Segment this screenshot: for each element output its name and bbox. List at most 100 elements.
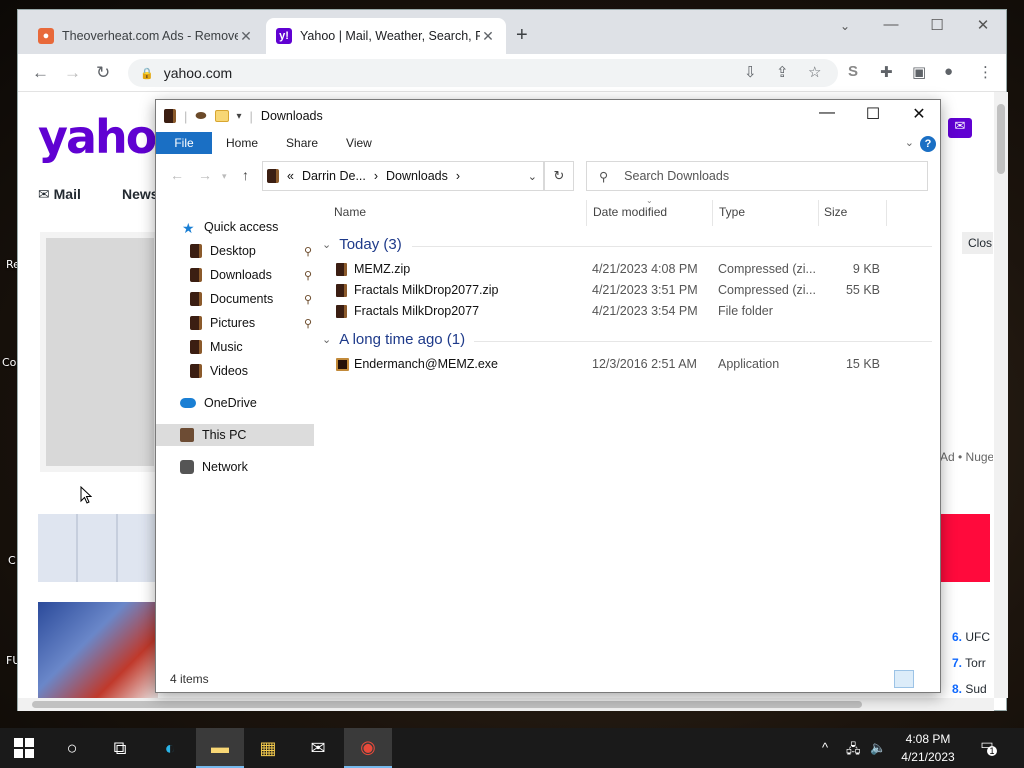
reload-icon[interactable]: ↻ (96, 63, 110, 83)
menu-kebab-icon[interactable]: ⋮ (978, 63, 993, 81)
new-tab-button[interactable]: + (516, 24, 528, 47)
group-header[interactable]: ⌄ A long time ago (1) (322, 331, 465, 348)
pin-icon[interactable]: ⚲ (304, 293, 312, 306)
tab-share[interactable]: Share (272, 136, 332, 150)
chrome-icon[interactable]: ◉ (344, 728, 392, 768)
news-thumbnail[interactable] (38, 514, 158, 582)
address-bar[interactable]: 🔒 yahoo.com (128, 59, 838, 87)
details-view-icon[interactable] (894, 670, 914, 688)
nav-downloads[interactable]: Downloads ⚲ (156, 264, 314, 286)
mail-envelope-icon[interactable]: ✉ (948, 118, 972, 138)
group-header[interactable]: ⌄ Today (3) (322, 236, 402, 253)
recent-locations-icon[interactable]: ▾ (222, 171, 227, 182)
scrollbar-thumb[interactable] (997, 104, 1005, 174)
forward-icon[interactable]: → (64, 63, 81, 83)
news-thumbnail[interactable] (38, 602, 158, 698)
nav-news[interactable]: News (122, 186, 159, 202)
refresh-button[interactable]: ↻ (544, 161, 574, 191)
nav-mail[interactable]: ✉ Mail (38, 186, 81, 203)
vertical-scrollbar[interactable] (994, 92, 1008, 698)
column-header-date[interactable]: Date modified (593, 205, 667, 219)
pin-icon[interactable]: ⚲ (304, 269, 312, 282)
help-icon[interactable]: ? (920, 136, 936, 152)
extension-s-icon[interactable]: S (848, 63, 858, 80)
scrollbar-thumb[interactable] (32, 701, 862, 708)
customize-dropdown-icon[interactable]: ▾ (237, 111, 242, 122)
pin-icon[interactable]: ⚲ (304, 317, 312, 330)
column-header-type[interactable]: Type (719, 205, 745, 219)
bookmark-star-icon[interactable]: ☆ (808, 63, 821, 81)
nav-desktop[interactable]: Desktop ⚲ (156, 240, 314, 262)
nav-network[interactable]: Network (156, 456, 314, 478)
browser-tab-active[interactable]: y! Yahoo | Mail, Weather, Search, Po ✕ (266, 18, 506, 54)
breadcrumb-item[interactable]: Downloads (386, 169, 448, 183)
close-button[interactable]: Clos (962, 232, 993, 254)
expand-ribbon-icon[interactable]: ⌄ (905, 136, 914, 149)
column-header-name[interactable]: Name (334, 205, 366, 219)
column-divider[interactable] (818, 200, 819, 226)
back-icon[interactable]: ← (170, 167, 184, 183)
chevron-right-icon[interactable]: › (374, 169, 378, 183)
nav-documents[interactable]: Documents ⚲ (156, 288, 314, 310)
mail-icon[interactable]: ✉ (294, 728, 342, 768)
minimize-button[interactable]: — (804, 104, 850, 122)
tab-search-icon[interactable]: ⌄ (822, 19, 868, 33)
file-row[interactable]: MEMZ.zip 4/21/2023 4:08 PM Compressed (z… (332, 260, 892, 280)
breadcrumb[interactable]: « Darrin De... › Downloads › ⌄ (262, 161, 544, 191)
desktop-icon-label[interactable]: Co (2, 356, 16, 369)
nav-quick-access[interactable]: ★ Quick access (156, 216, 314, 238)
tab-home[interactable]: Home (212, 136, 272, 150)
chevron-down-icon[interactable]: ⌄ (322, 333, 331, 346)
close-window-button[interactable]: ✕ (896, 104, 942, 124)
chevron-down-icon[interactable]: ⌄ (322, 238, 331, 251)
trending-item[interactable]: 8. Sud (952, 682, 987, 696)
side-panel-icon[interactable]: ▣ (912, 63, 926, 81)
file-explorer-icon[interactable]: ▬ (196, 728, 244, 768)
browser-tab[interactable]: ● Theoverheat.com Ads - Remove ✕ (28, 18, 264, 54)
forward-icon[interactable]: → (198, 167, 212, 183)
clock[interactable]: 4:08 PM 4/21/2023 (888, 730, 968, 766)
chevron-right-icon[interactable]: › (456, 169, 460, 183)
nav-this-pc[interactable]: This PC (156, 424, 314, 446)
task-view-icon[interactable]: ⧉ (96, 728, 144, 768)
properties-icon[interactable]: ⬬ (195, 108, 206, 124)
breadcrumb-prefix[interactable]: « (287, 169, 294, 183)
news-image[interactable] (40, 232, 160, 472)
edge-icon[interactable]: ◐ (146, 728, 194, 768)
extensions-puzzle-icon[interactable]: ✚ (880, 63, 893, 81)
nav-pictures[interactable]: Pictures ⚲ (156, 312, 314, 334)
trending-item[interactable]: 7. Torr (952, 656, 986, 670)
start-button[interactable] (0, 728, 48, 768)
file-row[interactable]: Fractals MilkDrop2077 4/21/2023 3:54 PM … (332, 302, 892, 322)
maximize-button[interactable]: ☐ (914, 16, 960, 34)
close-tab-icon[interactable]: ✕ (480, 28, 496, 45)
search-icon[interactable]: ○ (48, 728, 96, 768)
close-window-button[interactable]: ✕ (960, 16, 1006, 34)
chevron-down-icon[interactable]: ⌄ (528, 170, 537, 183)
store-icon[interactable]: ▦ (244, 728, 292, 768)
maximize-button[interactable]: ☐ (850, 104, 896, 124)
nav-onedrive[interactable]: OneDrive (156, 392, 314, 414)
show-hidden-icons-chevron-icon[interactable]: ^ (822, 740, 828, 755)
tab-file[interactable]: File (156, 132, 212, 154)
profile-avatar-icon[interactable]: ● (944, 63, 953, 80)
column-divider[interactable] (886, 200, 887, 226)
desktop-icon-label[interactable]: C (8, 554, 16, 567)
search-input[interactable]: ⚲ Search Downloads (586, 161, 928, 191)
tab-view[interactable]: View (332, 136, 386, 150)
nav-music[interactable]: Music (156, 336, 314, 358)
large-icons-view-icon[interactable] (916, 670, 936, 688)
column-divider[interactable] (712, 200, 713, 226)
new-folder-icon[interactable] (214, 110, 229, 122)
install-icon[interactable]: ⇩ (744, 63, 757, 81)
share-icon[interactable]: ⇪ (776, 63, 789, 81)
pin-icon[interactable]: ⚲ (304, 245, 312, 258)
file-row[interactable]: Fractals MilkDrop2077.zip 4/21/2023 3:51… (332, 281, 892, 301)
notifications-button[interactable]: ▭ 1 (975, 736, 999, 760)
nav-videos[interactable]: Videos (156, 360, 314, 382)
column-divider[interactable] (586, 200, 587, 226)
trending-item[interactable]: 6. UFC (952, 630, 990, 644)
network-icon[interactable]: 🖧 (846, 740, 861, 762)
minimize-button[interactable]: — (868, 16, 914, 33)
volume-muted-icon[interactable]: 🔈 (870, 740, 886, 756)
